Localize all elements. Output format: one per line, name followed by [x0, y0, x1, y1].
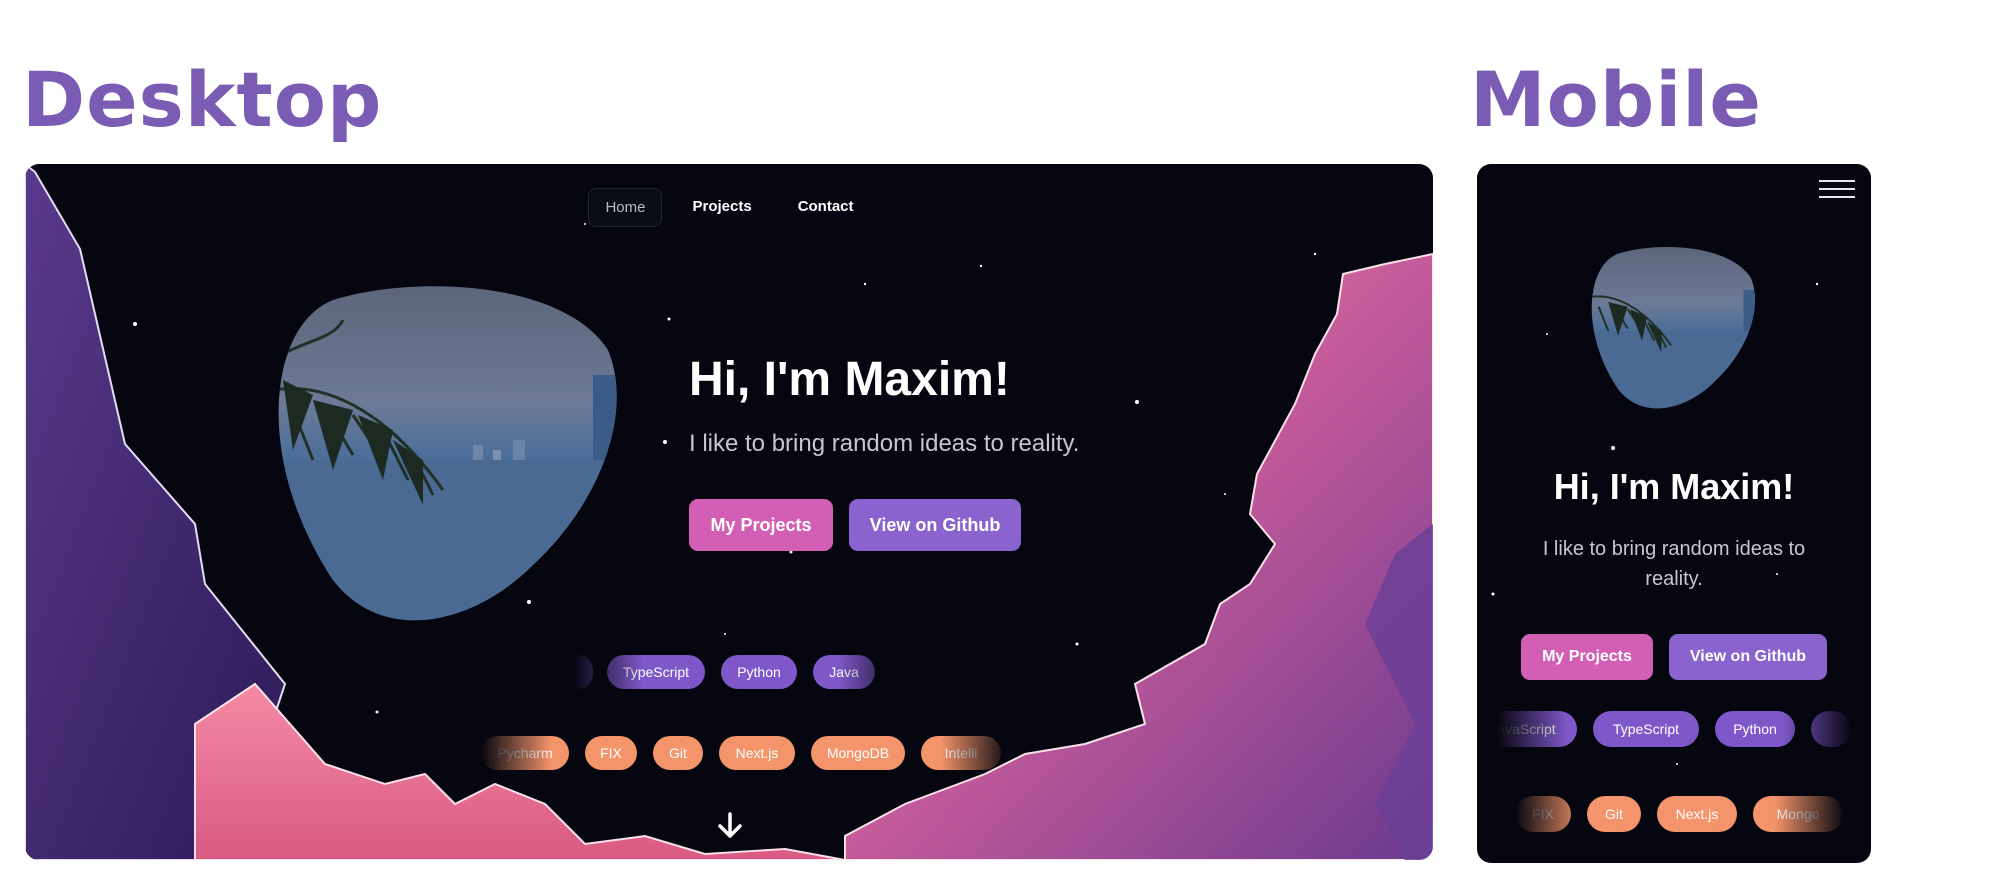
skills-row-top: TypeScript Python Java — [573, 655, 909, 691]
hero-greeting: Hi, I'm Maxim! — [1553, 466, 1795, 507]
desktop-heading: Desktop — [22, 55, 383, 144]
skills-row-bottom: Pycharm FIX Git Next.js MongoDB Intelli — [481, 736, 1011, 772]
hamburger-menu-icon[interactable] — [1819, 178, 1855, 200]
bottom-rock — [194, 682, 846, 860]
skill-pill: Python — [721, 655, 797, 689]
skill-pill: Java — [813, 655, 875, 689]
mobile-preview: Hi, I'm Maxim! I like to bring random id… — [1477, 164, 1871, 863]
skill-pill: FIX — [1515, 796, 1571, 832]
skill-pill: TypeScript — [1593, 711, 1699, 747]
skills-row-top: JavaScript TypeScript Python — [1497, 711, 1853, 749]
top-nav: Home Projects Contact — [25, 188, 1433, 227]
skill-pill: Next.js — [1657, 796, 1737, 832]
skill-pill: Pycharm — [481, 736, 569, 770]
skill-pill — [1811, 711, 1851, 747]
profile-image — [273, 280, 625, 632]
skill-pill: TypeScript — [607, 655, 705, 689]
skills-row-bottom: FIX Git Next.js Mongo — [1515, 796, 1845, 834]
mobile-heading: Mobile — [1470, 55, 1762, 144]
my-projects-button[interactable]: My Projects — [689, 499, 833, 551]
nav-home[interactable]: Home — [588, 188, 663, 227]
my-projects-button[interactable]: My Projects — [1521, 634, 1653, 680]
github-button[interactable]: View on Github — [849, 499, 1021, 551]
skill-pill: Git — [1587, 796, 1641, 832]
nav-projects[interactable]: Projects — [676, 188, 767, 227]
skill-pill — [573, 655, 593, 689]
nav-contact[interactable]: Contact — [782, 188, 870, 227]
skill-pill: Mongo — [1753, 796, 1843, 832]
github-button[interactable]: View on Github — [1669, 634, 1827, 680]
skill-pill: FIX — [585, 736, 637, 770]
profile-image — [1589, 244, 1759, 414]
hero-tagline: I like to bring random ideas to reality. — [689, 430, 1080, 457]
skill-pill: JavaScript — [1497, 711, 1577, 747]
skill-pill: Git — [653, 736, 703, 770]
desktop-preview: Home Projects Contact Hi, I'm Maxim! I l… — [25, 164, 1433, 860]
arrow-down-icon[interactable] — [717, 812, 743, 840]
skill-pill: Python — [1715, 711, 1795, 747]
hero-tagline: I like to bring random ideas to reality. — [1542, 538, 1806, 590]
skill-pill: Next.js — [719, 736, 795, 770]
hero-greeting: Hi, I'm Maxim! — [689, 353, 1010, 406]
skill-pill: MongoDB — [811, 736, 905, 770]
skill-pill: Intelli — [921, 736, 1001, 770]
